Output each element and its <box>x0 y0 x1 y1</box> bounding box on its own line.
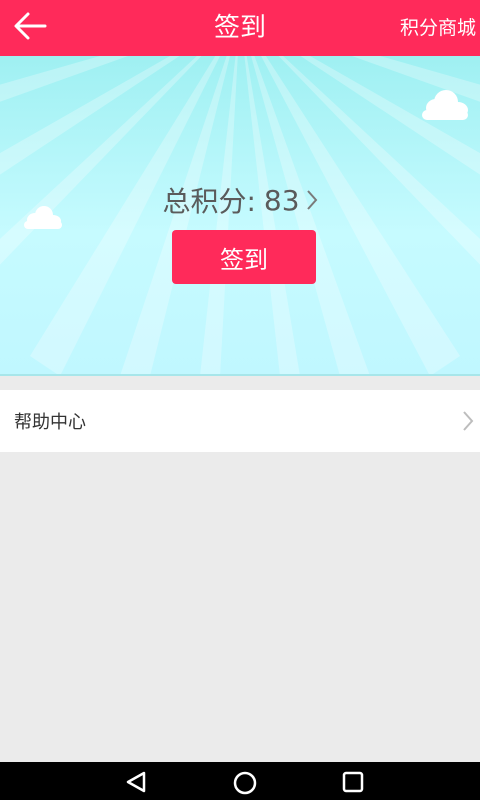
chevron-right-icon <box>306 189 318 211</box>
total-points-row[interactable]: 总积分: 83 <box>0 180 480 220</box>
recents-square-icon[interactable] <box>341 770 365 798</box>
total-points-value: 83 <box>263 183 300 217</box>
top-app-bar: 签到 积分商城 <box>0 0 480 56</box>
list-item[interactable]: 帮助中心 <box>0 390 480 452</box>
arrow-left-icon <box>13 11 47 45</box>
divider <box>0 374 480 376</box>
back-triangle-icon[interactable] <box>124 770 148 798</box>
back-button[interactable] <box>8 8 52 48</box>
checkin-button[interactable]: 签到 <box>172 230 316 284</box>
home-circle-icon[interactable] <box>232 770 258 800</box>
points-mall-link[interactable]: 积分商城 <box>400 0 476 56</box>
total-points-label: 总积分: <box>162 185 256 218</box>
checkin-hero: 总积分: 83 签到 <box>0 56 480 376</box>
system-navigation-bar <box>0 762 480 800</box>
cloud-icon <box>422 90 468 120</box>
chevron-right-icon <box>462 410 474 436</box>
help-center-label: 帮助中心 <box>14 412 86 433</box>
